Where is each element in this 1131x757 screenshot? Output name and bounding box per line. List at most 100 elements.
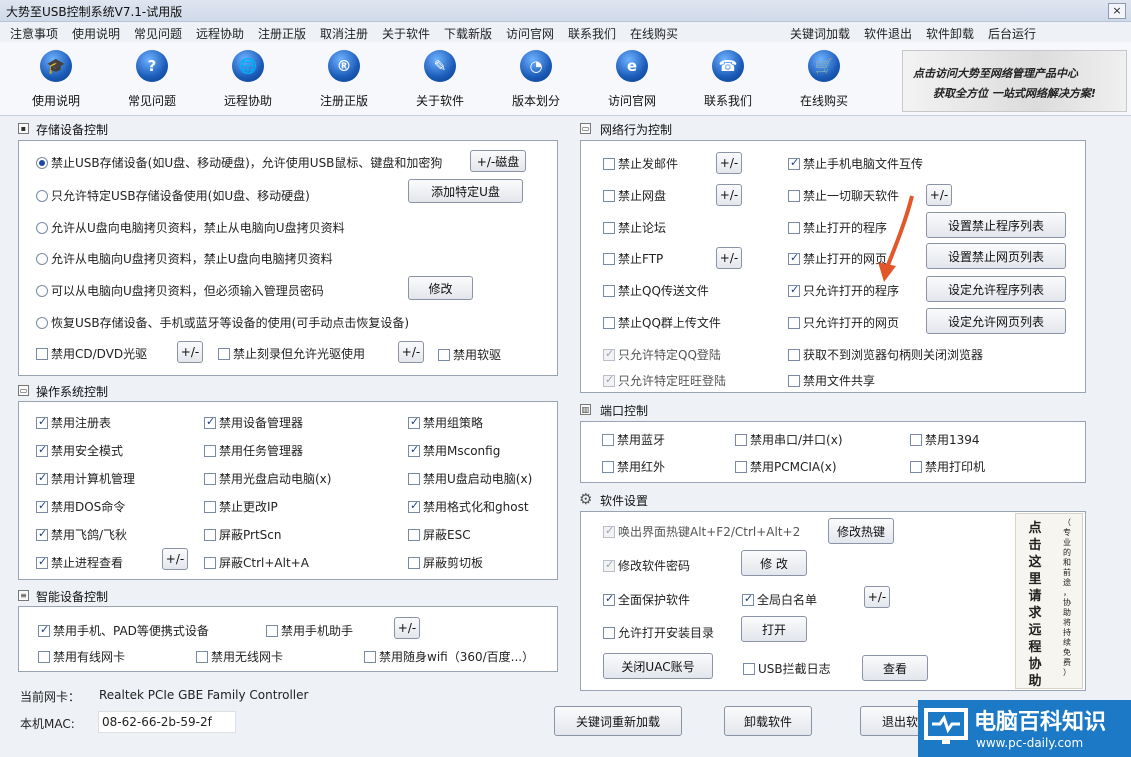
checkbox-indicator[interactable] bbox=[218, 347, 230, 360]
menu-about[interactable]: 关于软件 bbox=[382, 25, 430, 42]
disk-plusminus-button[interactable]: +/-磁盘 bbox=[470, 150, 526, 172]
radio-indicator[interactable] bbox=[36, 252, 48, 265]
menu-help[interactable]: 使用说明 bbox=[72, 25, 120, 42]
storage-radio-u-to-pc[interactable]: 允许从U盘向电脑拷贝资料，禁止从电脑向U盘拷贝资料 bbox=[36, 219, 345, 236]
network-right-checkbox[interactable]: 禁用文件共享 bbox=[788, 372, 875, 389]
os-option-checkbox[interactable]: 禁用格式化和ghost bbox=[408, 498, 529, 515]
disable-printer-checkbox[interactable]: 禁用打印机 bbox=[910, 458, 985, 475]
menu-keyword-load[interactable]: 关键词加载 bbox=[790, 25, 850, 42]
checkbox-indicator[interactable] bbox=[204, 415, 216, 429]
process-plusminus-button[interactable]: +/- bbox=[162, 548, 188, 570]
checkbox-indicator[interactable] bbox=[788, 251, 800, 265]
smart-plusminus-button[interactable]: +/- bbox=[394, 617, 420, 639]
uninstall-software-button[interactable]: 卸载软件 bbox=[724, 706, 812, 736]
checkbox-indicator[interactable] bbox=[743, 662, 755, 675]
checkbox-indicator[interactable] bbox=[788, 156, 800, 170]
checkbox-indicator[interactable] bbox=[204, 472, 216, 485]
disable-bluetooth-checkbox[interactable]: 禁用蓝牙 bbox=[602, 431, 665, 448]
checkbox-indicator[interactable] bbox=[910, 433, 922, 446]
checkbox-indicator[interactable] bbox=[603, 284, 615, 297]
checkbox-indicator[interactable] bbox=[36, 555, 48, 569]
menu-background[interactable]: 后台运行 bbox=[988, 25, 1036, 42]
change-password-checkbox[interactable]: 修改软件密码 bbox=[603, 557, 690, 574]
set-block-webpage-list-button[interactable]: 设置禁止网页列表 bbox=[926, 243, 1066, 269]
checkbox-indicator[interactable] bbox=[603, 316, 615, 329]
disable-pcmcia-checkbox[interactable]: 禁用PCMCIA(x) bbox=[735, 458, 837, 475]
os-option-checkbox[interactable]: 禁用安全模式 bbox=[36, 442, 123, 459]
checkbox-indicator[interactable] bbox=[204, 500, 216, 513]
modify-hotkey-button[interactable]: 修改热键 bbox=[828, 518, 894, 544]
network-right-checkbox[interactable]: 禁止一切聊天软件 bbox=[788, 187, 899, 204]
checkbox-indicator[interactable] bbox=[603, 189, 615, 202]
checkbox-indicator[interactable] bbox=[204, 556, 216, 569]
set-allow-program-list-button[interactable]: 设定允许程序列表 bbox=[926, 276, 1066, 302]
radio-indicator[interactable] bbox=[36, 284, 48, 297]
network-left-checkbox[interactable]: 只允许特定旺旺登陆 bbox=[603, 372, 726, 389]
checkbox-indicator[interactable] bbox=[788, 221, 800, 234]
os-option-checkbox[interactable]: 禁用注册表 bbox=[36, 414, 111, 431]
network-left-checkbox[interactable]: 禁止论坛 bbox=[603, 219, 666, 236]
checkbox-indicator[interactable] bbox=[408, 528, 420, 541]
checkbox-indicator[interactable] bbox=[602, 460, 614, 473]
checkbox-indicator[interactable] bbox=[36, 415, 48, 429]
checkbox-indicator[interactable] bbox=[196, 650, 208, 663]
disable-1394-checkbox[interactable]: 禁用1394 bbox=[910, 431, 980, 448]
disable-wireless-nic-checkbox[interactable]: 禁用无线网卡 bbox=[196, 648, 283, 665]
checkbox-indicator[interactable] bbox=[408, 415, 420, 429]
checkbox-indicator[interactable] bbox=[266, 624, 278, 637]
global-whitelist-checkbox[interactable]: 全局白名单 bbox=[742, 591, 817, 608]
checkbox-indicator[interactable] bbox=[438, 348, 450, 361]
checkbox-indicator[interactable] bbox=[603, 558, 615, 572]
checkbox-indicator[interactable] bbox=[603, 524, 615, 538]
menu-contact[interactable]: 联系我们 bbox=[568, 25, 616, 42]
os-option-checkbox[interactable]: 禁用DOS命令 bbox=[36, 498, 125, 515]
menu-download[interactable]: 下载新版 bbox=[444, 25, 492, 42]
checkbox-indicator[interactable] bbox=[408, 556, 420, 569]
network-right-checkbox[interactable]: 禁止打开的网页 bbox=[788, 250, 887, 267]
os-option-checkbox[interactable]: 禁用组策略 bbox=[408, 414, 483, 431]
checkbox-indicator[interactable] bbox=[204, 444, 216, 457]
checkbox-indicator[interactable] bbox=[364, 650, 376, 663]
checkbox-indicator[interactable] bbox=[204, 528, 216, 541]
checkbox-indicator[interactable] bbox=[603, 373, 615, 387]
checkbox-indicator[interactable] bbox=[603, 592, 615, 606]
disable-wired-nic-checkbox[interactable]: 禁用有线网卡 bbox=[38, 648, 125, 665]
allow-install-dir-checkbox[interactable]: 允许打开安装目录 bbox=[603, 624, 714, 641]
network-left-checkbox[interactable]: 禁止发邮件 bbox=[603, 155, 678, 172]
disable-phone-assistant-checkbox[interactable]: 禁用手机助手 bbox=[266, 622, 353, 639]
checkbox-indicator[interactable] bbox=[735, 460, 747, 473]
menu-faq[interactable]: 常见问题 bbox=[134, 25, 182, 42]
checkbox-indicator[interactable] bbox=[408, 499, 420, 513]
disable-cd-checkbox[interactable]: 禁用CD/DVD光驱 bbox=[36, 345, 147, 362]
hotkey-checkbox[interactable]: 唤出界面热键Alt+F2/Ctrl+Alt+2 bbox=[603, 523, 800, 540]
radio-indicator[interactable] bbox=[36, 189, 48, 202]
checkbox-indicator[interactable] bbox=[36, 443, 48, 457]
checkbox-indicator[interactable] bbox=[603, 347, 615, 361]
network-right-checkbox[interactable]: 禁止手机电脑文件互传 bbox=[788, 155, 923, 172]
toolbar-help-button[interactable]: 🎓 使用说明 bbox=[11, 42, 101, 116]
checkbox-indicator[interactable] bbox=[788, 316, 800, 329]
disable-infrared-checkbox[interactable]: 禁用红外 bbox=[602, 458, 665, 475]
menu-register[interactable]: 注册正版 bbox=[258, 25, 306, 42]
menu-exit[interactable]: 软件退出 bbox=[864, 25, 912, 42]
os-option-checkbox[interactable]: 屏蔽ESC bbox=[408, 526, 471, 543]
os-option-checkbox[interactable]: 禁止更改IP bbox=[204, 498, 278, 515]
checkbox-indicator[interactable] bbox=[910, 460, 922, 473]
checkbox-indicator[interactable] bbox=[36, 499, 48, 513]
checkbox-indicator[interactable] bbox=[735, 433, 747, 446]
view-log-button[interactable]: 查看 bbox=[862, 655, 928, 681]
os-option-checkbox[interactable]: 禁用任务管理器 bbox=[204, 442, 303, 459]
checkbox-indicator[interactable] bbox=[788, 374, 800, 387]
checkbox-indicator[interactable] bbox=[602, 433, 614, 446]
os-option-checkbox[interactable]: 禁止进程查看 bbox=[36, 554, 123, 571]
storage-radio-pc-to-u[interactable]: 允许从电脑向U盘拷贝资料，禁止U盘向电脑拷贝资料 bbox=[36, 250, 333, 267]
modify-password-button-2[interactable]: 修 改 bbox=[741, 550, 807, 576]
os-option-checkbox[interactable]: 禁用U盘启动电脑(x) bbox=[408, 470, 532, 487]
whitelist-plusminus-button[interactable]: +/- bbox=[864, 586, 890, 608]
disable-serial-port-checkbox[interactable]: 禁用串口/并口(x) bbox=[735, 431, 843, 448]
toolbar-version-button[interactable]: ◔ 版本划分 bbox=[491, 42, 581, 116]
checkbox-indicator[interactable] bbox=[788, 283, 800, 297]
os-option-checkbox[interactable]: 禁用光盘启动电脑(x) bbox=[204, 470, 331, 487]
checkbox-indicator[interactable] bbox=[408, 472, 420, 485]
toolbar-about-button[interactable]: ✎ 关于软件 bbox=[395, 42, 485, 116]
